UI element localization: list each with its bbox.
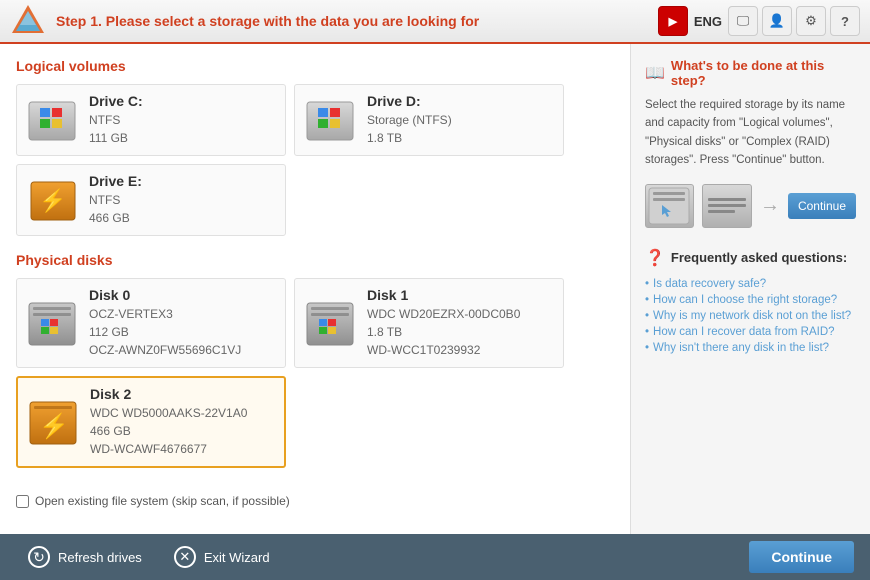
physical-disks-grid: Disk 0 OCZ-VERTEX3 112 GB OCZ-AWNZ0FW556… bbox=[16, 278, 614, 468]
drive-d-icon bbox=[305, 94, 357, 146]
drive-c-name: Drive C: bbox=[89, 93, 143, 109]
physical-disks-title: Physical disks bbox=[16, 252, 614, 268]
whats-done-title: 📖 What's to be done at this step? bbox=[645, 58, 856, 88]
drive-d-detail: Storage (NTFS) 1.8 TB bbox=[367, 111, 452, 147]
disk-0-name: Disk 0 bbox=[89, 287, 241, 303]
drive-d-name: Drive D: bbox=[367, 93, 452, 109]
checkbox-area: Open existing file system (skip scan, if… bbox=[16, 484, 614, 508]
faq-title: ❓ Frequently asked questions: bbox=[645, 248, 856, 268]
open-filesystem-label[interactable]: Open existing file system (skip scan, if… bbox=[35, 494, 290, 508]
open-filesystem-checkbox[interactable] bbox=[16, 495, 29, 508]
preview-list-icon bbox=[702, 184, 752, 228]
faq-icon: ❓ bbox=[645, 248, 665, 268]
continue-preview: → Continue bbox=[645, 184, 856, 228]
user-button[interactable]: 👤 bbox=[762, 6, 792, 36]
drive-c-item[interactable]: Drive C: NTFS 111 GB bbox=[16, 84, 286, 156]
disk-2-detail: WDC WD5000AAKS-22V1A0 466 GB WD-WCAWF467… bbox=[90, 404, 247, 458]
title-text: Please select a storage with the data yo… bbox=[102, 13, 479, 29]
faq-item-0[interactable]: Is data recovery safe? bbox=[645, 276, 856, 292]
continue-preview-button[interactable]: Continue bbox=[788, 193, 856, 219]
app-logo bbox=[10, 3, 46, 39]
drive-e-name: Drive E: bbox=[89, 173, 142, 189]
drive-c-info: Drive C: NTFS 111 GB bbox=[89, 93, 143, 147]
header: Step 1. Please select a storage with the… bbox=[0, 0, 870, 44]
refresh-drives-button[interactable]: ↻ Refresh drives bbox=[16, 540, 154, 574]
whats-done-desc: Select the required storage by its name … bbox=[645, 96, 856, 170]
refresh-icon: ↻ bbox=[28, 546, 50, 568]
footer: ↻ Refresh drives ✕ Exit Wizard Continue bbox=[0, 534, 870, 580]
svg-text:⚡: ⚡ bbox=[39, 188, 66, 214]
youtube-button[interactable]: ▶ bbox=[658, 6, 688, 36]
youtube-icon: ▶ bbox=[669, 15, 677, 28]
disk-1-detail: WDC WD20EZRX-00DC0B0 1.8 TB WD-WCC1T0239… bbox=[367, 305, 520, 359]
left-panel: Logical volumes bbox=[0, 44, 630, 534]
monitor-button[interactable]: 🖵 bbox=[728, 6, 758, 36]
svg-text:⚡: ⚡ bbox=[39, 412, 69, 440]
help-button[interactable]: ? bbox=[830, 6, 860, 36]
arrow-right-icon: → bbox=[760, 194, 780, 217]
disk-2-name: Disk 2 bbox=[90, 386, 247, 402]
exit-label: Exit Wizard bbox=[204, 550, 270, 565]
settings-button[interactable]: ⚙ bbox=[796, 6, 826, 36]
step-label: Step 1. bbox=[56, 13, 102, 29]
drive-e-item[interactable]: ⚡ Drive E: NTFS 466 GB bbox=[16, 164, 286, 236]
logical-volumes-title: Logical volumes bbox=[16, 58, 614, 74]
faq-list: Is data recovery safe? How can I choose … bbox=[645, 276, 856, 356]
book-icon: 📖 bbox=[645, 63, 665, 83]
preview-disk-icon bbox=[645, 184, 694, 228]
exit-icon: ✕ bbox=[174, 546, 196, 568]
user-icon: 👤 bbox=[769, 13, 785, 29]
drive-e-info: Drive E: NTFS 466 GB bbox=[89, 173, 142, 227]
disk-1-item[interactable]: Disk 1 WDC WD20EZRX-00DC0B0 1.8 TB WD-WC… bbox=[294, 278, 564, 368]
drive-e-icon: ⚡ bbox=[27, 174, 79, 226]
faq-item-4[interactable]: Why isn't there any disk in the list? bbox=[645, 340, 856, 356]
faq-item-2[interactable]: Why is my network disk not on the list? bbox=[645, 308, 856, 324]
disk-0-detail: OCZ-VERTEX3 112 GB OCZ-AWNZ0FW55696C1VJ bbox=[89, 305, 241, 359]
disk-1-info: Disk 1 WDC WD20EZRX-00DC0B0 1.8 TB WD-WC… bbox=[367, 287, 520, 359]
disk-2-info: Disk 2 WDC WD5000AAKS-22V1A0 466 GB WD-W… bbox=[90, 386, 247, 458]
disk-2-item[interactable]: ⚡ Disk 2 WDC WD5000AAKS-22V1A0 466 GB WD… bbox=[16, 376, 286, 468]
faq-item-3[interactable]: How can I recover data from RAID? bbox=[645, 324, 856, 340]
drive-c-icon bbox=[27, 94, 79, 146]
right-panel: 📖 What's to be done at this step? Select… bbox=[630, 44, 870, 534]
help-icon: ? bbox=[841, 14, 849, 29]
disk-0-icon bbox=[27, 297, 79, 349]
exit-wizard-button[interactable]: ✕ Exit Wizard bbox=[162, 540, 282, 574]
main-content: Logical volumes bbox=[0, 44, 870, 534]
continue-button[interactable]: Continue bbox=[749, 541, 854, 573]
drive-c-detail: NTFS 111 GB bbox=[89, 111, 143, 147]
refresh-label: Refresh drives bbox=[58, 550, 142, 565]
disk-0-item[interactable]: Disk 0 OCZ-VERTEX3 112 GB OCZ-AWNZ0FW556… bbox=[16, 278, 286, 368]
drive-d-item[interactable]: Drive D: Storage (NTFS) 1.8 TB bbox=[294, 84, 564, 156]
drive-e-detail: NTFS 466 GB bbox=[89, 191, 142, 227]
language-label: ENG bbox=[694, 14, 722, 29]
disk-1-icon bbox=[305, 297, 357, 349]
disk-0-info: Disk 0 OCZ-VERTEX3 112 GB OCZ-AWNZ0FW556… bbox=[89, 287, 241, 359]
monitor-icon: 🖵 bbox=[737, 13, 750, 29]
logical-volumes-grid: Drive C: NTFS 111 GB bbox=[16, 84, 614, 236]
faq-item-1[interactable]: How can I choose the right storage? bbox=[645, 292, 856, 308]
header-title: Step 1. Please select a storage with the… bbox=[56, 13, 654, 29]
disk-2-icon: ⚡ bbox=[28, 396, 80, 448]
drive-d-info: Drive D: Storage (NTFS) 1.8 TB bbox=[367, 93, 452, 147]
settings-icon: ⚙ bbox=[805, 13, 817, 29]
disk-1-name: Disk 1 bbox=[367, 287, 520, 303]
